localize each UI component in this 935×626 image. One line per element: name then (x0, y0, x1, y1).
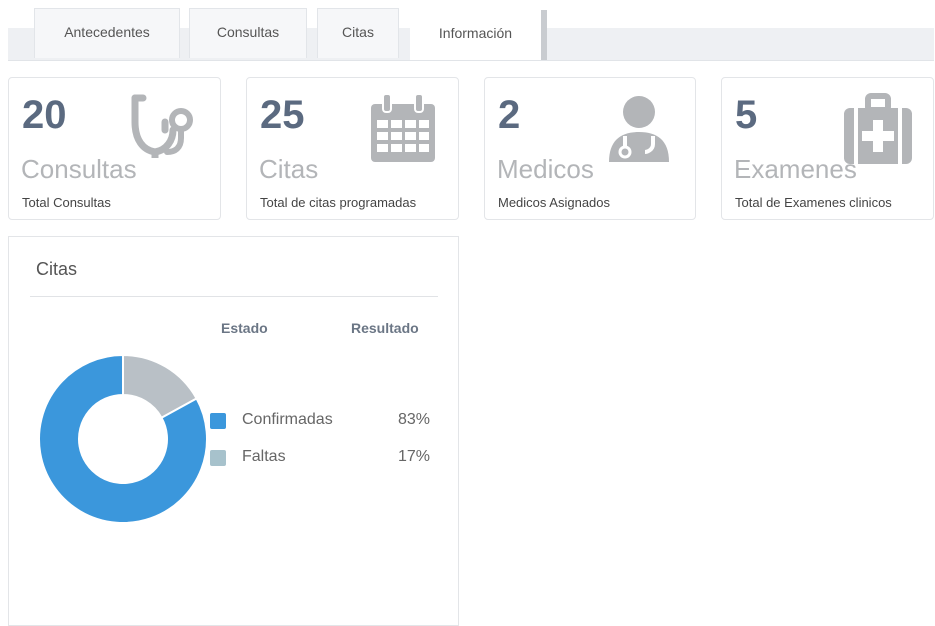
stat-description: Medicos Asignados (498, 195, 611, 210)
stat-value: 5 (735, 93, 758, 137)
tab-citas[interactable]: Citas (317, 8, 399, 58)
citas-chart-panel: Citas Estado Resultado Confirmadas 83% F… (8, 236, 459, 626)
doctor-icon (609, 96, 669, 162)
tab-informacion[interactable]: Información (410, 10, 547, 60)
panel-divider (30, 296, 438, 297)
tab-bar: Antecedentes Consultas Citas Información (8, 0, 934, 61)
stat-card-consultas: 20 Consultas Total Consultas (8, 77, 221, 220)
legend-swatch (210, 413, 226, 429)
column-header-estado: Estado (221, 320, 268, 336)
stat-description: Total de Examenes clinicos (735, 195, 892, 210)
calendar-icon (371, 93, 435, 162)
stat-title: Citas (259, 154, 319, 184)
stat-value: 2 (498, 93, 521, 137)
stat-title: Medicos (497, 154, 594, 184)
stat-description: Total de citas programadas (260, 195, 417, 210)
legend-label: Faltas (242, 448, 286, 465)
stat-title: Examenes (734, 154, 857, 184)
stethoscope-icon (131, 94, 193, 158)
tab-consultas[interactable]: Consultas (189, 8, 307, 58)
stat-value: 25 (260, 93, 305, 137)
medical-kit-icon (844, 93, 912, 164)
panel-title: Citas (36, 259, 78, 279)
column-header-resultado: Resultado (351, 320, 419, 336)
legend-label: Confirmadas (242, 411, 333, 428)
stat-description: Total Consultas (22, 195, 111, 210)
stat-card-examenes: 5 Examenes Total de Examenes clinicos (721, 77, 934, 220)
stat-card-citas: 25 Citas Total de citas programadas (246, 77, 459, 220)
stat-card-medicos: 2 Medicos Medicos Asignados (484, 77, 696, 220)
stat-value: 20 (22, 93, 67, 137)
stat-title: Consultas (21, 154, 137, 184)
donut-chart (38, 353, 208, 524)
legend-value: 17% (397, 448, 430, 465)
legend-value: 83% (397, 411, 430, 428)
tab-antecedentes[interactable]: Antecedentes (34, 8, 180, 58)
legend-swatch (210, 450, 226, 466)
